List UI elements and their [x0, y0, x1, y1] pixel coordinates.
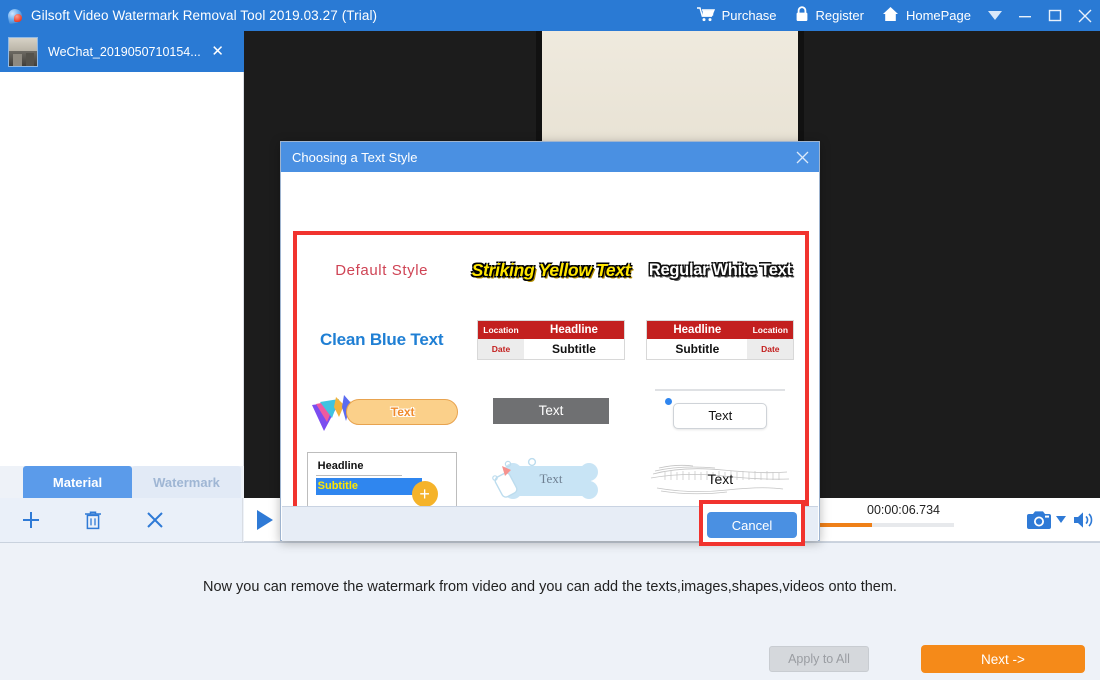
style-label: Text [673, 402, 768, 429]
style-label: Text [707, 470, 734, 487]
bone-banner-preview: Text [486, 456, 616, 506]
tab-watermark[interactable]: Watermark [132, 466, 241, 498]
maximize-icon[interactable] [1040, 0, 1070, 31]
style-label: Text [390, 404, 415, 419]
headline-label: Headline [647, 321, 748, 340]
lower-third-preview: Headline Location Subtitle Date [646, 320, 795, 361]
date-label: Date [477, 339, 524, 360]
chevron-down-icon[interactable] [980, 0, 1010, 31]
style-option-striking-yellow-text[interactable]: Striking Yellow Text [466, 235, 635, 305]
style-label: Clean Blue Text [320, 330, 444, 350]
headline-label: Headline [523, 321, 624, 340]
style-label: Text [538, 403, 564, 419]
style-option-white-card-text[interactable]: Text [636, 376, 805, 446]
style-option-clean-blue-text[interactable]: Clean Blue Text [297, 305, 466, 375]
style-label: Regular White Text [648, 260, 792, 279]
text-style-dialog: Choosing a Text Style Default Style Stri… [280, 141, 820, 546]
delete-material-button[interactable] [62, 498, 124, 542]
dialog-body: Default Style Striking Yellow Text Regul… [281, 172, 819, 520]
headline-underline [315, 474, 402, 476]
subtitle-bar: Subtitle [315, 477, 422, 495]
purchase-label: Purchase [721, 8, 777, 23]
text-style-grid: Default Style Striking Yellow Text Regul… [297, 235, 805, 516]
next-button[interactable]: Next -> [921, 645, 1085, 673]
dialog-close-icon[interactable] [785, 142, 819, 172]
subtitle-label: Subtitle [523, 339, 624, 360]
style-label: Striking Yellow Text [471, 259, 631, 280]
app-logo-water-drop-icon [6, 7, 24, 24]
style-option-gray-box-text[interactable]: Text [466, 376, 635, 446]
clear-material-button[interactable] [124, 498, 186, 542]
lock-icon [795, 6, 809, 25]
home-icon [882, 6, 899, 25]
window-title-bar: Gilsoft Video Watermark Removal Tool 201… [0, 0, 1100, 31]
pill-shape: Text [345, 398, 458, 425]
style-label: Default Style [335, 261, 429, 279]
style-option-lower-third-left[interactable]: Location Headline Date Subtitle [466, 305, 635, 375]
timecode-label: 00:00:06.734 [867, 502, 940, 517]
dialog-footer: Cancel [282, 500, 818, 546]
style-option-orange-pill-text[interactable]: Text [297, 376, 466, 446]
location-label: Location [477, 321, 524, 340]
headline-label: Headline [317, 459, 364, 472]
file-tab-label[interactable]: WeChat_2019050710154... [48, 45, 201, 59]
dialog-title: Choosing a Text Style [292, 149, 418, 165]
subtitle-label: Subtitle [647, 339, 748, 360]
style-label: Text [539, 470, 563, 486]
style-option-default-style[interactable]: Default Style [297, 235, 466, 305]
hint-text: Now you can remove the watermark from vi… [203, 579, 897, 595]
close-icon[interactable] [1070, 0, 1100, 31]
date-label: Date [747, 339, 794, 360]
register-button[interactable]: Register [786, 0, 873, 31]
material-toolbar [0, 498, 243, 542]
cancel-button[interactable]: Cancel [707, 512, 797, 538]
register-label: Register [815, 8, 864, 23]
headline-subtitle-preview: Headline Subtitle + [306, 451, 457, 510]
tab-material[interactable]: Material [23, 466, 132, 498]
orange-pill-preview: Text [302, 391, 462, 431]
title-bar-actions: Purchase Register HomePage [688, 0, 1100, 31]
style-grid-highlight: Default Style Striking Yellow Text Regul… [293, 231, 809, 520]
material-list-empty [0, 72, 243, 466]
snapshot-caret-down-icon[interactable] [1054, 498, 1068, 542]
subtitle-label: Subtitle [317, 480, 358, 493]
blue-dot-icon [665, 397, 673, 405]
homepage-label: HomePage [905, 8, 971, 23]
white-card-preview: Text [655, 388, 786, 433]
plus-icon [23, 512, 39, 528]
speaker-icon [1074, 511, 1093, 528]
add-badge-icon[interactable]: + [411, 480, 438, 507]
style-option-regular-white-text[interactable]: Regular White Text [636, 235, 805, 305]
trash-icon [85, 511, 101, 530]
file-tab-close-icon[interactable]: ✕ [209, 44, 227, 59]
divider-line [655, 388, 786, 391]
purchase-button[interactable]: Purchase [688, 0, 786, 31]
minimize-icon[interactable] [1010, 0, 1040, 31]
shopping-cart-icon [696, 6, 715, 25]
gray-box-preview: Text [492, 397, 609, 424]
window-title: Gilsoft Video Watermark Removal Tool 201… [31, 8, 378, 23]
file-tab-strip: WeChat_2019050710154... ✕ [0, 31, 244, 72]
volume-button[interactable] [1068, 498, 1100, 542]
play-icon [257, 509, 273, 530]
location-label: Location [747, 321, 794, 340]
camera-icon [1027, 510, 1051, 529]
homepage-button[interactable]: HomePage [873, 0, 980, 31]
style-option-lower-third-right[interactable]: Headline Location Subtitle Date [636, 305, 805, 375]
lower-third-preview: Location Headline Date Subtitle [476, 320, 625, 361]
apply-to-all-button[interactable]: Apply to All [769, 646, 869, 672]
add-material-button[interactable] [0, 498, 62, 542]
close-icon [147, 512, 163, 528]
snapshot-button[interactable] [1024, 498, 1054, 542]
sketch-stroke-preview: Text [645, 458, 795, 504]
panel-tabs: Material Watermark [23, 466, 241, 498]
dialog-title-bar: Choosing a Text Style [281, 142, 819, 172]
video-thumbnail [8, 36, 38, 67]
material-list-panel [0, 72, 244, 466]
